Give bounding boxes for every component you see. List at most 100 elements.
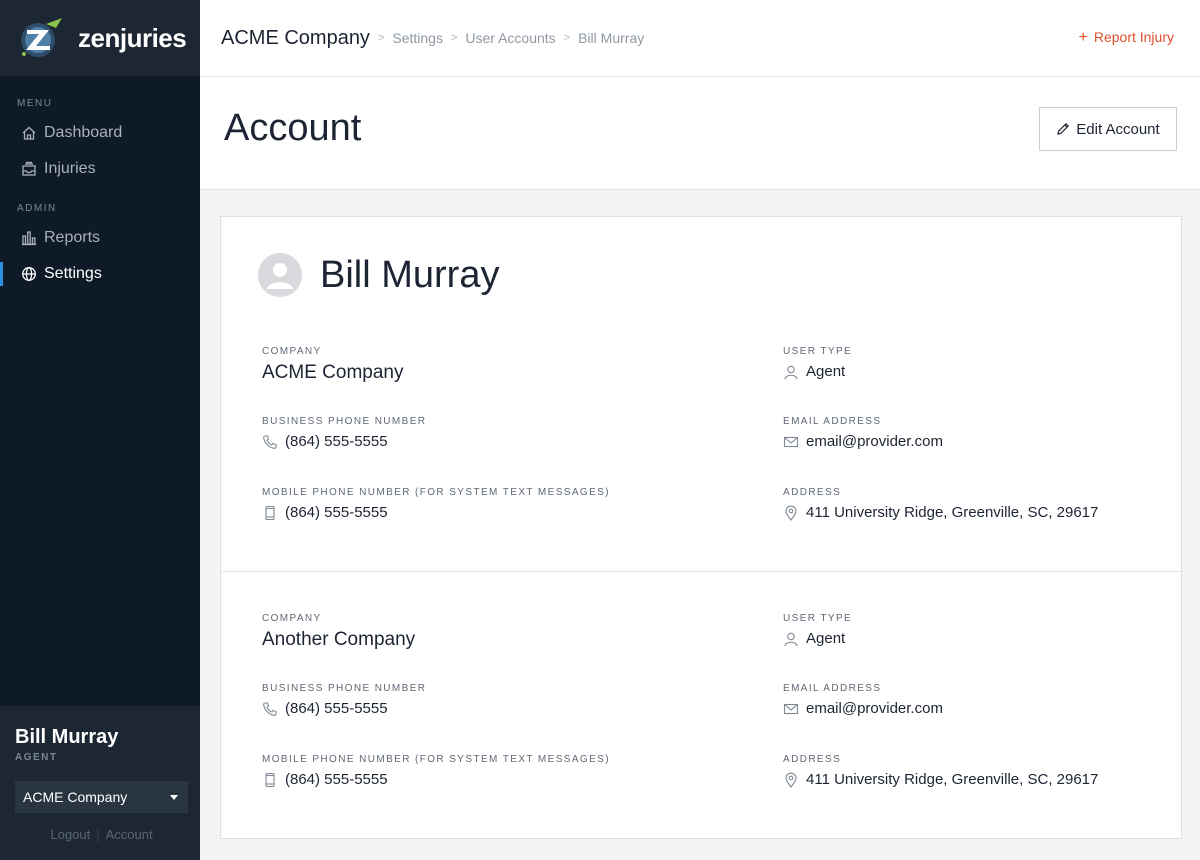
pencil-icon <box>1056 122 1070 136</box>
envelope-icon <box>783 701 799 717</box>
email-value: email@provider.com <box>783 433 943 450</box>
report-injury-button[interactable]: + Report Injury <box>1079 29 1175 47</box>
nav-menu-section: MENU Dashboard Injuries <box>0 76 200 187</box>
mobile-phone-value: (864) 555-5555 <box>262 771 610 788</box>
business-phone-field: BUSINESS PHONE NUMBER (864) 555-5555 <box>262 683 426 717</box>
user-icon <box>783 631 799 647</box>
field-label: ADDRESS <box>783 487 842 498</box>
breadcrumb-current: Bill Murray <box>578 30 645 46</box>
page-title: Account <box>224 107 362 149</box>
user-type-text: Agent <box>806 630 846 647</box>
field-label: COMPANY <box>262 613 322 624</box>
field-label: COMPANY <box>262 346 322 357</box>
inbox-icon <box>21 161 37 177</box>
chevron-right-icon: > <box>450 32 458 44</box>
user-panel: Bill Murray AGENT ACME Company Logout | Ac… <box>0 706 200 860</box>
mobile-phone-field: MOBILE PHONE NUMBER (FOR SYSTEM TEXT MES… <box>262 754 610 788</box>
field-label: ADDRESS <box>783 754 842 765</box>
field-label: BUSINESS PHONE NUMBER <box>262 683 427 694</box>
company-field: COMPANY Another Company <box>262 613 415 651</box>
business-phone-field: BUSINESS PHONE NUMBER (864) 555-5555 <box>262 416 426 450</box>
breadcrumb-settings[interactable]: Settings <box>392 30 443 46</box>
user-name: Bill Murray <box>15 726 119 748</box>
section-divider <box>221 571 1181 572</box>
user-type-field: USER TYPE Agent <box>783 346 852 380</box>
report-injury-label: Report Injury <box>1093 29 1174 45</box>
field-label: EMAIL ADDRESS <box>783 416 882 427</box>
map-pin-icon <box>783 505 799 521</box>
user-icon <box>783 364 799 380</box>
edit-account-button[interactable]: Edit Account <box>1039 107 1177 151</box>
sidebar-item-settings[interactable]: Settings <box>0 256 200 292</box>
address-text: 411 University Ridge, Greenville, SC, 29… <box>806 504 1099 521</box>
globe-icon <box>21 266 37 282</box>
phone-icon <box>262 701 278 717</box>
link-separator: | <box>96 827 100 842</box>
mobile-phone-text: (864) 555-5555 <box>285 504 388 521</box>
field-label: MOBILE PHONE NUMBER (FOR SYSTEM TEXT MES… <box>262 754 610 765</box>
mobile-phone-value: (864) 555-5555 <box>262 504 610 521</box>
sidebar-item-injuries[interactable]: Injuries <box>0 151 200 187</box>
address-field: ADDRESS 411 University Ridge, Greenville… <box>783 487 1098 521</box>
breadcrumb-company[interactable]: ACME Company <box>221 27 370 50</box>
mobile-phone-field: MOBILE PHONE NUMBER (FOR SYSTEM TEXT MES… <box>262 487 610 521</box>
breadcrumb: ACME Company > Settings > User Accounts … <box>221 27 644 50</box>
field-label: EMAIL ADDRESS <box>783 683 882 694</box>
sidebar: zenjuries MENU Dashboard Injuries ADMIN … <box>0 0 200 860</box>
company-select[interactable]: ACME Company <box>15 781 188 813</box>
user-silhouette-icon <box>267 263 293 289</box>
email-text[interactable]: email@provider.com <box>806 700 943 717</box>
company-value: Another Company <box>262 629 416 650</box>
address-value: 411 University Ridge, Greenville, SC, 29… <box>783 771 1098 788</box>
sidebar-item-label: Dashboard <box>44 124 123 141</box>
address-text: 411 University Ridge, Greenville, SC, 29… <box>806 771 1099 788</box>
account-card: Bill Murray COMPANY ACME Company USER TY… <box>220 216 1182 839</box>
email-field: EMAIL ADDRESS email@provider.com <box>783 683 943 717</box>
profile-header: Bill Murray <box>258 253 499 297</box>
field-label: USER TYPE <box>783 613 853 624</box>
company-select-value: ACME Company <box>23 789 128 805</box>
user-links: Logout | Account <box>15 827 188 842</box>
business-phone-value: (864) 555-5555 <box>262 700 426 717</box>
envelope-icon <box>783 434 799 450</box>
nav-heading-menu: MENU <box>17 98 53 109</box>
chevron-down-icon <box>170 794 178 800</box>
topbar: ACME Company > Settings > User Accounts … <box>200 0 1200 77</box>
breadcrumb-user-accounts[interactable]: User Accounts <box>465 30 555 46</box>
business-phone-value: (864) 555-5555 <box>262 433 426 450</box>
sidebar-item-reports[interactable]: Reports <box>0 220 200 256</box>
logo[interactable]: zenjuries <box>0 0 200 76</box>
field-label: BUSINESS PHONE NUMBER <box>262 416 427 427</box>
field-label: USER TYPE <box>783 346 853 357</box>
mobile-phone-text: (864) 555-5555 <box>285 771 388 788</box>
sidebar-item-dashboard[interactable]: Dashboard <box>0 115 200 151</box>
chevron-right-icon: > <box>377 32 385 44</box>
business-phone-text: (864) 555-5555 <box>285 700 388 717</box>
user-role: AGENT <box>15 752 58 763</box>
page-header: Account Edit Account <box>200 77 1200 190</box>
zenjuries-logo-icon <box>16 16 68 60</box>
avatar <box>258 253 302 297</box>
nav-heading-admin: ADMIN <box>17 203 57 214</box>
account-link[interactable]: Account <box>106 827 153 842</box>
sidebar-item-label: Injuries <box>44 160 96 177</box>
email-field: EMAIL ADDRESS email@provider.com <box>783 416 943 450</box>
sidebar-item-label: Reports <box>44 229 101 246</box>
user-type-value: Agent <box>783 630 852 647</box>
mobile-phone-icon <box>262 772 278 788</box>
email-text[interactable]: email@provider.com <box>806 433 943 450</box>
mobile-phone-icon <box>262 505 278 521</box>
map-pin-icon <box>783 772 799 788</box>
business-phone-text: (864) 555-5555 <box>285 433 388 450</box>
edit-account-label: Edit Account <box>1076 120 1160 138</box>
sidebar-item-label: Settings <box>44 265 102 282</box>
logout-link[interactable]: Logout <box>50 827 90 842</box>
user-type-field: USER TYPE Agent <box>783 613 852 647</box>
company-field: COMPANY ACME Company <box>262 346 404 384</box>
company-value: ACME Company <box>262 362 404 383</box>
address-value: 411 University Ridge, Greenville, SC, 29… <box>783 504 1098 521</box>
bar-chart-icon <box>21 230 37 246</box>
user-type-text: Agent <box>806 363 846 380</box>
user-type-value: Agent <box>783 363 852 380</box>
chevron-right-icon: > <box>563 32 571 44</box>
